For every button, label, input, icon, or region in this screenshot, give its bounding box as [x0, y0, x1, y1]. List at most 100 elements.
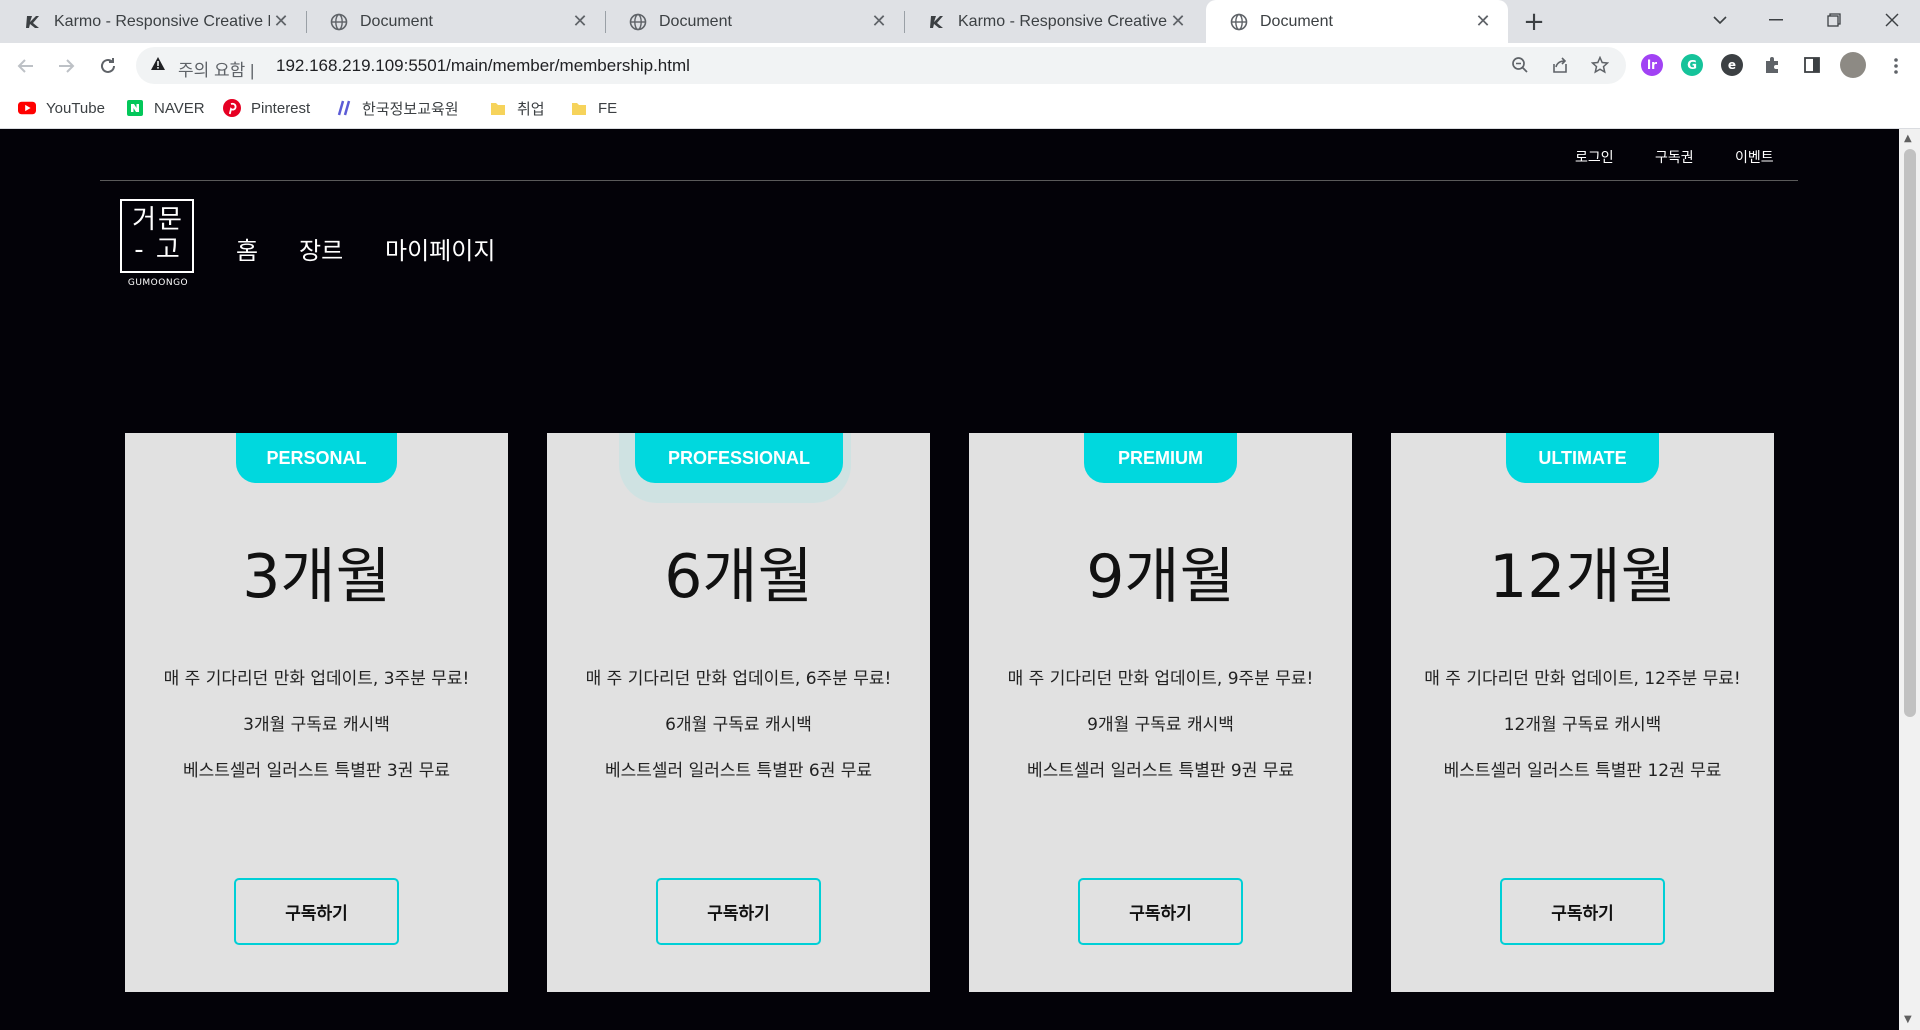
tab-search-chevron-icon[interactable] [1692, 0, 1748, 40]
close-window-icon[interactable] [1864, 0, 1920, 40]
bookmark-label: NAVER [154, 99, 205, 117]
tab-title: Document [360, 12, 433, 30]
page-scrollbar[interactable]: ▲ ▼ [1899, 129, 1920, 1030]
browser-tab[interactable]: Document ✕ [605, 0, 904, 43]
nav-home[interactable]: 홈 [236, 231, 258, 266]
warning-triangle-icon[interactable] [150, 56, 166, 77]
plan-feature: 베스트셀러 일러스트 특별판 3권 무료 [182, 761, 451, 781]
plan-feature: 베스트셀러 일러스트 특별판 6권 무료 [604, 761, 873, 781]
plan-badge: ULTIMATE [1506, 433, 1659, 483]
plan-card-ultimate: ULTIMATE 12개월 매 주 기다리던 만화 업데이트, 12주분 무료!… [1391, 433, 1774, 992]
plan-feature: 베스트셀러 일러스트 특별판 12권 무료 [1443, 761, 1722, 781]
globe-icon [1230, 13, 1248, 31]
tab-close-icon[interactable]: ✕ [1167, 11, 1189, 33]
scrollbar-thumb[interactable] [1904, 149, 1916, 717]
address-bar[interactable]: 주의 요함 | 192.168.219.109:5501/main/member… [136, 47, 1626, 84]
tab-title: Document [1260, 12, 1333, 30]
site-logo[interactable]: 거문 - 고 [120, 199, 194, 273]
tab-close-icon[interactable]: ✕ [868, 11, 890, 33]
plan-badge: PROFESSIONAL [635, 433, 843, 483]
karmo-icon [928, 13, 946, 31]
bookmark-label: 취업 [517, 100, 545, 118]
plan-feature: 9개월 구독료 캐시백 [1087, 715, 1234, 735]
plan-feature: 매 주 기다리던 만화 업데이트, 12주분 무료! [1424, 669, 1741, 689]
browser-tab[interactable]: Document ✕ [306, 0, 605, 43]
back-arrow-icon[interactable] [10, 50, 42, 82]
tab-title: Karmo - Responsive Creative HT [54, 12, 270, 30]
bookmark-label: FE [598, 99, 618, 117]
browser-tab-active[interactable]: Document ✕ [1206, 0, 1508, 43]
new-tab-plus-icon[interactable]: + [1520, 7, 1548, 37]
plan-feature: 12개월 구독료 캐시백 [1503, 715, 1662, 735]
browser-tab[interactable]: Karmo - Responsive Creative HT ✕ [0, 0, 306, 43]
tab-title: Karmo - Responsive Creative HT [958, 12, 1167, 30]
share-icon[interactable] [1551, 56, 1569, 79]
plan-period: 3개월 [242, 542, 391, 612]
plan-period: 6개월 [664, 542, 813, 612]
extension-e-icon[interactable]: e [1721, 54, 1743, 76]
plan-card-professional: PROFESSIONAL 6개월 매 주 기다리던 만화 업데이트, 6주분 무… [547, 433, 930, 992]
login-link[interactable]: 로그인 [1575, 147, 1614, 167]
bookmark-label: 한국정보교육원 [362, 100, 459, 118]
bookmark-folder-jobs[interactable]: 취업 [489, 98, 545, 118]
folder-icon [570, 100, 588, 116]
plan-feature: 매 주 기다리던 만화 업데이트, 9주분 무료! [1007, 669, 1314, 689]
subscription-link[interactable]: 구독권 [1655, 147, 1694, 167]
karmo-icon [24, 13, 42, 31]
logo-subtitle: GUMOONGO [127, 278, 189, 288]
header-divider [100, 180, 1798, 181]
pinterest-icon [223, 99, 241, 117]
scroll-up-arrow-icon[interactable]: ▲ [1904, 133, 1912, 144]
kebab-menu-icon[interactable] [1880, 50, 1912, 82]
browser-tab[interactable]: Karmo - Responsive Creative HT ✕ [904, 0, 1203, 43]
extensions-puzzle-icon[interactable] [1761, 54, 1783, 76]
bookmark-naver[interactable]: NAVER [126, 98, 205, 118]
nav-genre[interactable]: 장르 [299, 231, 343, 266]
bookmark-folder-fe[interactable]: FE [570, 98, 617, 118]
subscribe-button[interactable]: 구독하기 [1500, 878, 1665, 945]
logo-line1: 거문 [132, 205, 184, 235]
plan-feature: 6개월 구독료 캐시백 [665, 715, 812, 735]
plan-feature: 매 주 기다리던 만화 업데이트, 3주분 무료! [163, 669, 470, 689]
extension-lr-icon[interactable]: lr [1641, 54, 1663, 76]
forward-arrow-icon[interactable] [50, 50, 82, 82]
tab-close-icon[interactable]: ✕ [270, 11, 292, 33]
plan-feature: 매 주 기다리던 만화 업데이트, 6주분 무료! [585, 669, 892, 689]
scroll-down-arrow-icon[interactable]: ▼ [1904, 1014, 1912, 1025]
plan-card-premium: PREMIUM 9개월 매 주 기다리던 만화 업데이트, 9주분 무료! 9개… [969, 433, 1352, 992]
subscribe-button[interactable]: 구독하기 [234, 878, 399, 945]
minimize-icon[interactable] [1748, 0, 1804, 40]
globe-icon [629, 13, 647, 31]
subscribe-button[interactable]: 구독하기 [656, 878, 821, 945]
extension-grammarly-icon[interactable]: G [1681, 54, 1703, 76]
plan-badge: PERSONAL [236, 433, 397, 483]
youtube-icon [18, 100, 36, 116]
profile-avatar[interactable] [1840, 52, 1866, 78]
bookmark-pinterest[interactable]: Pinterest [223, 98, 310, 118]
slash-icon [334, 100, 352, 116]
folder-icon [489, 100, 507, 116]
zoom-out-icon[interactable] [1511, 56, 1529, 79]
nav-mypage[interactable]: 마이페이지 [385, 231, 495, 266]
plan-badge: PREMIUM [1084, 433, 1237, 483]
bookmark-star-icon[interactable] [1590, 55, 1610, 79]
reload-icon[interactable] [92, 50, 124, 82]
plan-period: 12개월 [1489, 542, 1676, 612]
bookmark-youtube[interactable]: YouTube [18, 98, 105, 118]
tab-close-icon[interactable]: ✕ [1472, 11, 1494, 33]
plan-period: 9개월 [1086, 542, 1235, 612]
tab-close-icon[interactable]: ✕ [569, 11, 591, 33]
bookmark-korea-info-edu[interactable]: 한국정보교육원 [334, 98, 459, 118]
plan-feature: 3개월 구독료 캐시백 [243, 715, 390, 735]
event-link[interactable]: 이벤트 [1735, 147, 1774, 167]
page-viewport: 로그인 구독권 이벤트 거문 - 고 GUMOONGO 홈 장르 마이페이지 P… [0, 129, 1899, 1030]
subscribe-button[interactable]: 구독하기 [1078, 878, 1243, 945]
side-panel-icon[interactable] [1801, 54, 1823, 76]
security-separator: | [250, 61, 255, 80]
restore-icon[interactable] [1806, 0, 1862, 40]
naver-icon [126, 100, 144, 116]
security-label: 주의 요함 [178, 61, 246, 80]
bookmark-label: YouTube [46, 99, 105, 117]
globe-icon [330, 13, 348, 31]
utility-nav: 로그인 구독권 이벤트 [0, 129, 1899, 181]
